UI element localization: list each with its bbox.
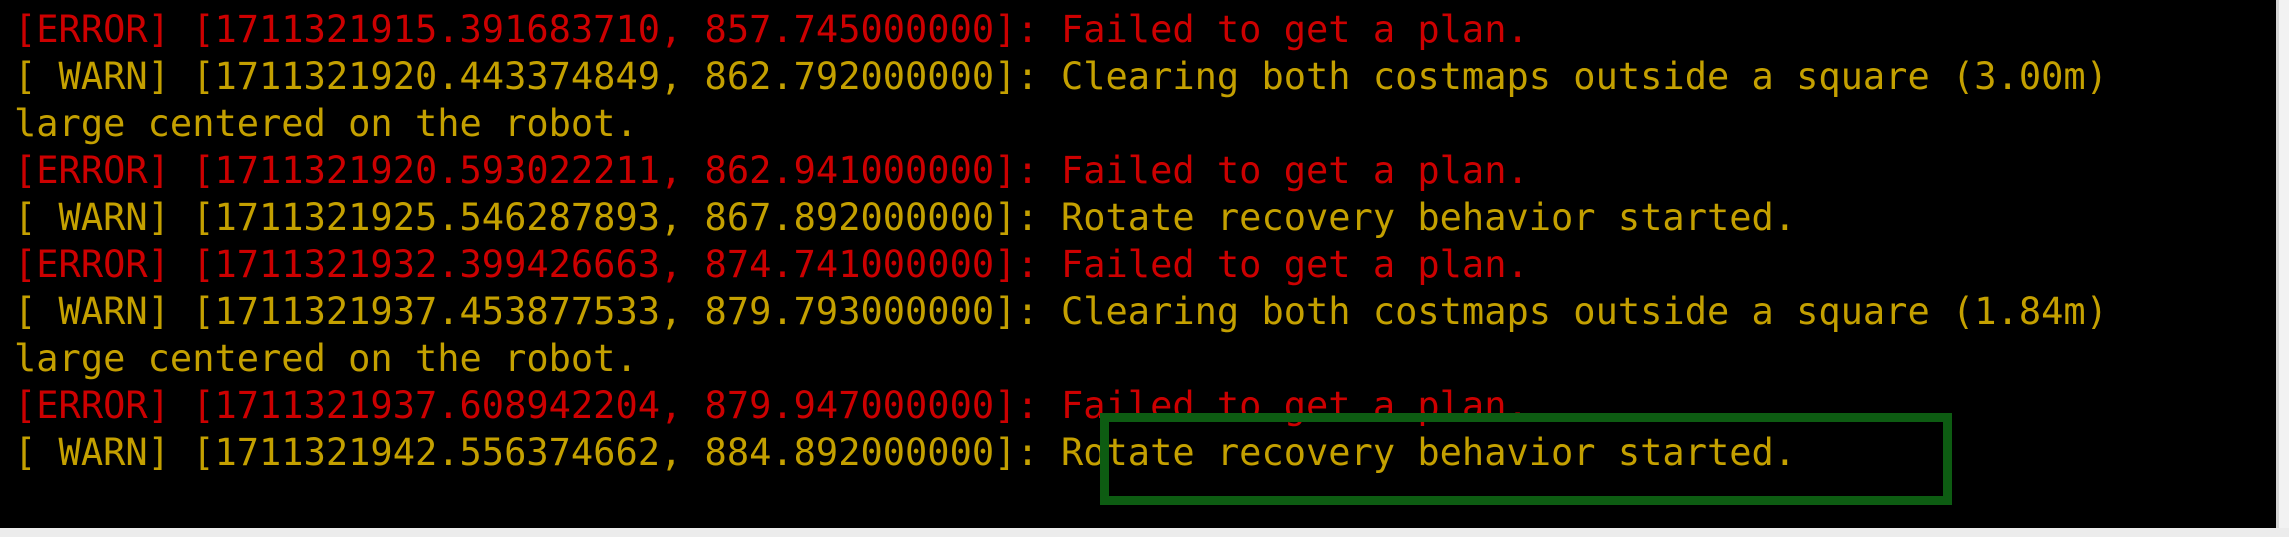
terminal-window[interactable]: [ERROR] [1711321915.391683710, 857.74500… xyxy=(0,0,2279,531)
log-line-1: [ERROR] [1711321915.391683710, 857.74500… xyxy=(14,8,1529,51)
log-line-8: large centered on the robot. xyxy=(14,337,638,380)
log-line-7: [ WARN] [1711321937.453877533, 879.79300… xyxy=(14,290,2108,333)
log-line-4: [ERROR] [1711321920.593022211, 862.94100… xyxy=(14,149,1529,192)
log-line-5: [ WARN] [1711321925.546287893, 867.89200… xyxy=(14,196,1797,239)
window-edge-bottom xyxy=(0,528,2289,537)
log-line-2: [ WARN] [1711321920.443374849, 862.79200… xyxy=(14,55,2108,98)
log-line-6: [ERROR] [1711321932.399426663, 874.74100… xyxy=(14,243,1529,286)
highlight-annotation-box xyxy=(1100,413,1952,505)
window-edge-right xyxy=(2279,0,2289,537)
log-line-3: large centered on the robot. xyxy=(14,102,638,145)
